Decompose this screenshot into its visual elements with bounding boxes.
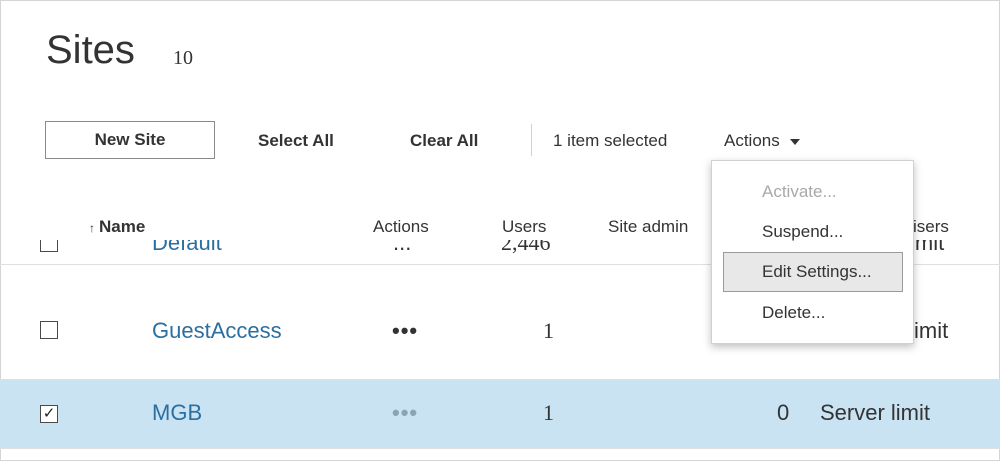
menu-item-delete[interactable]: Delete... xyxy=(762,303,825,323)
actions-menu: Activate... Suspend... Edit Settings... … xyxy=(711,160,914,344)
column-header-site-admins[interactable]: Site admin xyxy=(608,217,688,237)
site-count: 10 xyxy=(173,47,193,69)
row-divider xyxy=(0,448,1000,449)
menu-item-activate: Activate... xyxy=(762,182,837,201)
menu-item-suspend[interactable]: Suspend... xyxy=(762,222,843,242)
new-site-button[interactable]: New Site xyxy=(45,121,215,159)
site-name-link[interactable]: GuestAccess xyxy=(152,318,282,344)
clear-all-button[interactable]: Clear All xyxy=(410,131,478,151)
checkbox-icon[interactable] xyxy=(40,240,58,252)
new-site-label: New Site xyxy=(94,130,166,149)
actions-dropdown-label: Actions xyxy=(724,131,780,150)
column-header-actions[interactable]: Actions xyxy=(373,217,429,237)
user-limit: imit xyxy=(914,318,949,343)
sort-ascending-icon: ↑ xyxy=(89,221,95,235)
table-row-selected[interactable]: ✓ MGB ••• 1 0 Server limit xyxy=(0,380,1000,448)
site-admins-count: 0 xyxy=(777,400,790,425)
column-header-users[interactable]: Users xyxy=(502,217,546,237)
toolbar-divider xyxy=(531,124,532,156)
column-header-user-limit[interactable]: isers xyxy=(913,217,949,237)
menu-item-edit-settings-label: Edit Settings... xyxy=(762,262,872,281)
page-title: Sites xyxy=(46,28,135,72)
selection-status: 1 item selected xyxy=(553,131,668,150)
user-limit: Server limit xyxy=(820,400,931,425)
row-actions-menu[interactable]: ••• xyxy=(392,400,418,426)
checkbox-icon[interactable] xyxy=(40,321,58,339)
user-limit: imit xyxy=(910,240,945,255)
site-name-link[interactable]: Default xyxy=(152,240,222,256)
caret-down-icon xyxy=(789,138,800,145)
users-count: 1 xyxy=(543,318,554,343)
row-actions-menu[interactable]: ... xyxy=(393,240,411,256)
actions-dropdown[interactable]: Actions xyxy=(724,131,800,151)
menu-item-edit-settings[interactable]: Edit Settings... xyxy=(723,252,903,292)
row-actions-menu[interactable]: ••• xyxy=(392,318,418,344)
site-name-link[interactable]: MGB xyxy=(152,400,202,426)
checkbox-checked-icon[interactable]: ✓ xyxy=(40,405,58,423)
users-count: 1 xyxy=(543,400,554,425)
column-header-name[interactable]: ↑ Name xyxy=(89,217,145,237)
users-count: 2,446 xyxy=(501,240,551,255)
select-all-button[interactable]: Select All xyxy=(258,131,334,151)
column-header-name-label: Name xyxy=(99,217,146,236)
